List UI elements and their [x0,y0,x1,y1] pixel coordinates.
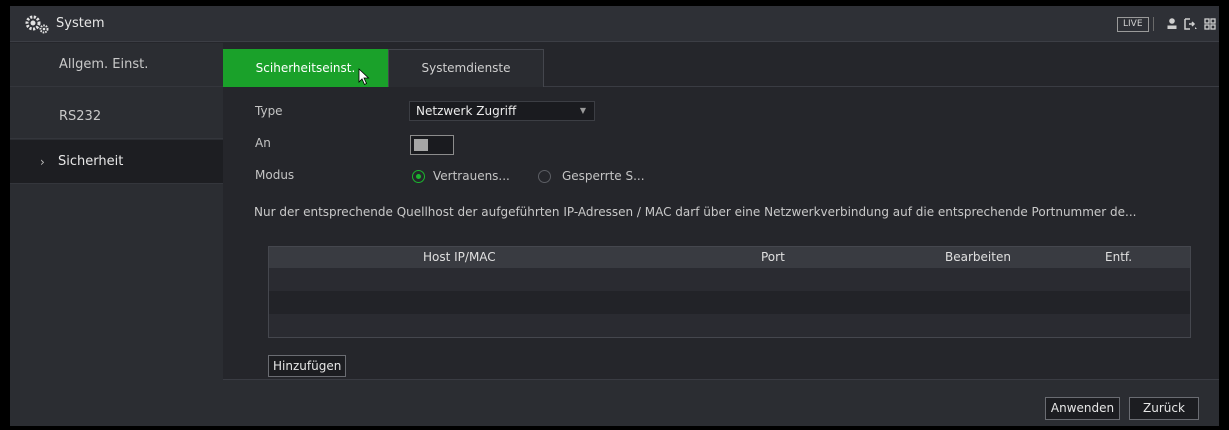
info-text: Nur der entsprechende Quellhost der aufg… [254,205,1137,219]
modus-radio-gesperrte[interactable] [538,170,551,183]
tab-systemdienste[interactable]: Systemdienste [388,49,544,87]
sidebar-item-label: Sicherheit [58,154,124,169]
column-header-entf: Entf. [1105,250,1133,264]
sidebar: Allgem. Einst. RS232 › Sicherheit [10,43,223,426]
chevron-down-icon: ▼ [579,106,586,115]
mouse-cursor-icon [358,68,370,86]
add-button[interactable]: Hinzufügen [268,355,347,377]
modus-option-label: Vertrauens... [433,169,510,183]
table-header: Host IP/MAC Port Bearbeiten Entf. [269,247,1190,268]
table-row [269,291,1190,314]
column-header-bearbeiten: Bearbeiten [945,250,1011,264]
live-button[interactable]: LIVE [1117,17,1149,32]
settings-gears-icon [25,15,49,34]
an-toggle[interactable] [410,135,454,155]
modus-radio-vertrauens[interactable] [412,170,425,183]
sidebar-item-rs232[interactable]: RS232 [10,95,223,139]
back-button[interactable]: Zurück [1129,397,1199,420]
sidebar-item-sicherheit[interactable]: › Sicherheit [10,140,223,184]
toggle-knob [414,139,428,151]
access-list-table: Host IP/MAC Port Bearbeiten Entf. [268,246,1191,338]
sidebar-item-label: RS232 [59,109,102,124]
table-row [269,268,1190,291]
column-header-host: Host IP/MAC [423,250,496,264]
modus-label: Modus [255,168,295,182]
user-icon[interactable] [1164,16,1180,32]
logout-icon[interactable] [1182,16,1198,32]
titlebar-divider [1153,17,1154,31]
chevron-right-icon: › [40,155,45,169]
column-header-port: Port [761,250,785,264]
sidebar-item-label: Allgem. Einst. [59,57,149,72]
sidebar-item-allgemein[interactable]: Allgem. Einst. [10,43,223,87]
window: System LIVE Allgem. Einst. RS232 › Siche… [10,6,1219,426]
type-select[interactable]: Netzwerk Zugriff ▼ [409,101,595,121]
grid-menu-icon[interactable] [1202,16,1218,32]
table-row [269,314,1190,337]
tab-bar: Sciherheitseinst. Systemdienste [223,43,1219,87]
type-label: Type [255,104,283,118]
security-settings-panel: Type Netzwerk Zugriff ▼ An Modus Vertrau… [223,88,1219,378]
title-bar: System LIVE [10,6,1219,42]
apply-button[interactable]: Anwenden [1045,397,1120,420]
footer-bar: Anwenden Zurück [223,379,1219,426]
an-label: An [255,136,271,150]
modus-option-label: Gesperrte S... [562,169,645,183]
window-title: System [56,16,105,31]
type-select-value: Netzwerk Zugriff [416,104,517,118]
